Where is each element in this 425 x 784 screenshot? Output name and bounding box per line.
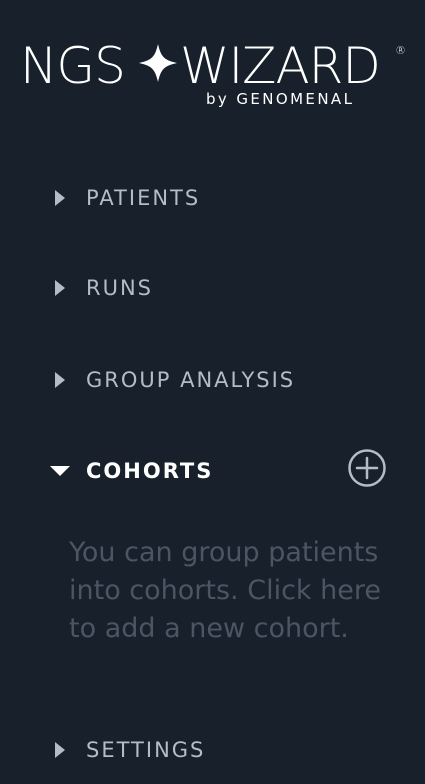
nav-patients[interactable]: PATIENTS: [50, 178, 400, 218]
plus-circle-icon: [348, 449, 386, 487]
sidebar: NGS WIZARD ® by GENOMENAL PATIENTS RUNS …: [0, 0, 425, 784]
nav-label-group-analysis: GROUP ANALYSIS: [86, 368, 296, 392]
nav-label-runs: RUNS: [86, 276, 154, 300]
four-point-star-icon: [139, 44, 177, 82]
nav-label-patients: PATIENTS: [86, 186, 201, 210]
caret-down-icon: [50, 461, 70, 481]
nav-runs[interactable]: RUNS: [50, 268, 400, 308]
caret-right-icon: [50, 370, 70, 390]
caret-right-icon: [50, 740, 70, 760]
nav-group-analysis[interactable]: GROUP ANALYSIS: [50, 360, 400, 400]
add-cohort-button[interactable]: [347, 449, 387, 489]
registered-mark: ®: [395, 44, 406, 57]
nav-label-settings: SETTINGS: [86, 738, 206, 762]
logo-left-text: NGS: [20, 38, 125, 94]
nav-label-cohorts: COHORTS: [86, 459, 214, 483]
logo-right-text: WIZARD: [180, 38, 380, 94]
caret-right-icon: [50, 188, 70, 208]
cohorts-empty-hint[interactable]: You can group patients into cohorts. Cli…: [69, 534, 399, 648]
nav-settings[interactable]: SETTINGS: [50, 730, 400, 770]
caret-right-icon: [50, 278, 70, 298]
brand-byline: by GENOMENAL: [206, 90, 355, 108]
